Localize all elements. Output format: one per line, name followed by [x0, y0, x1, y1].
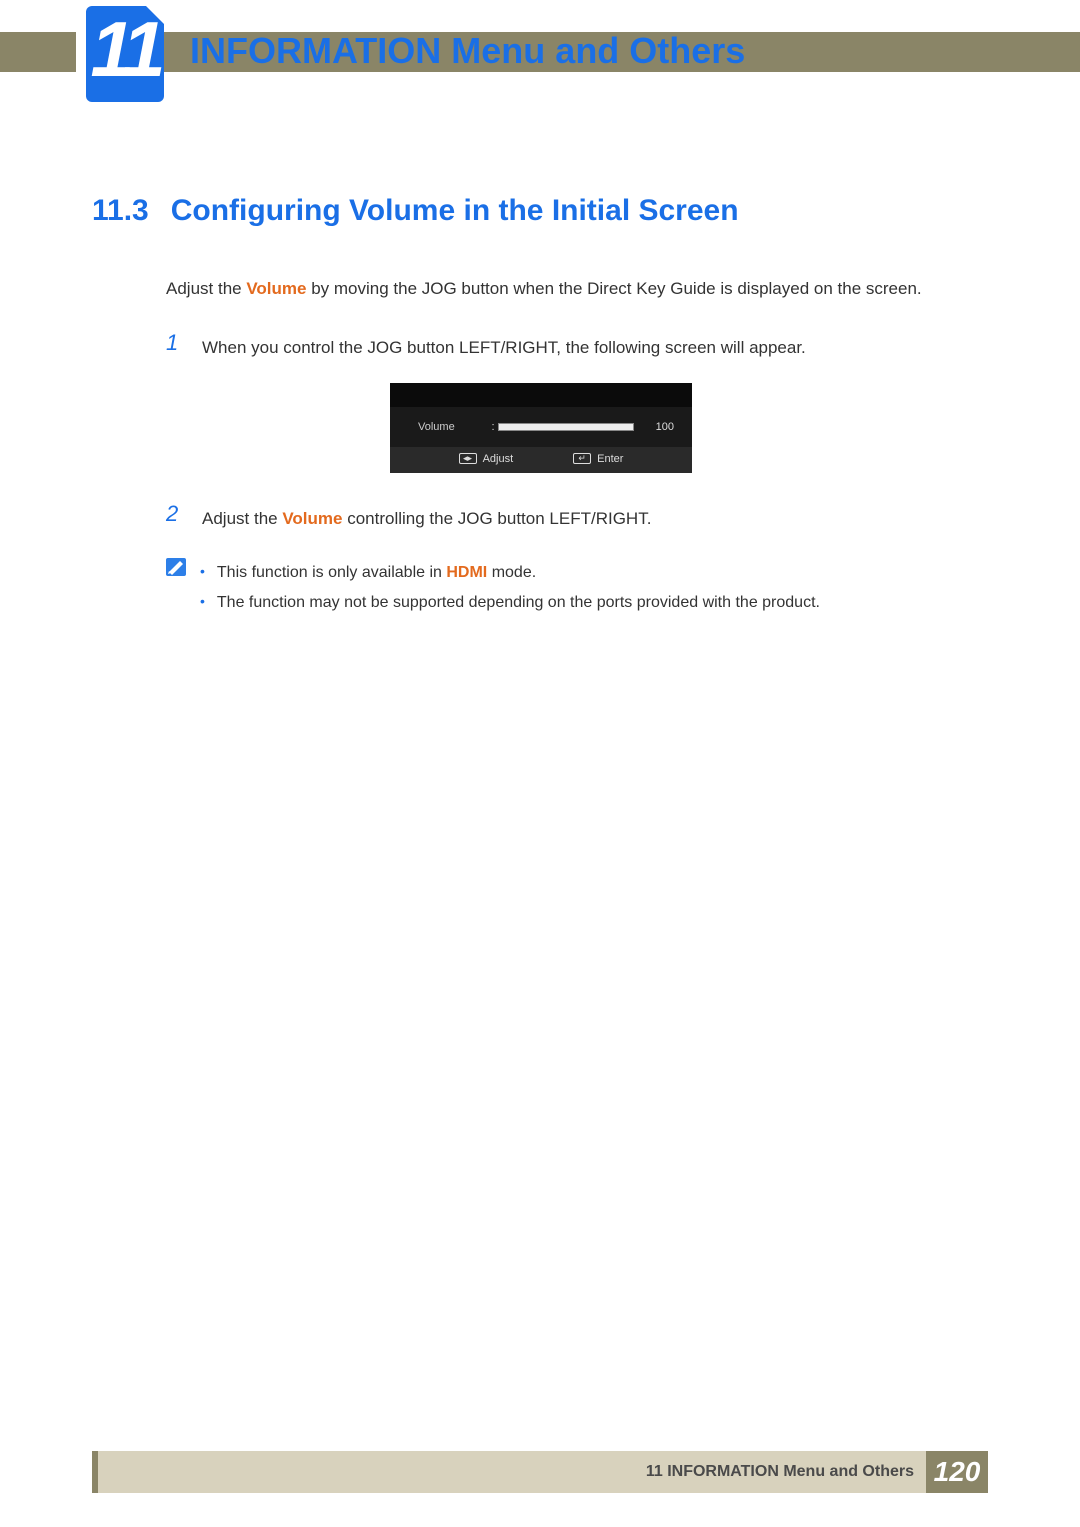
step-2: 2 Adjust the Volume controlling the JOG … [166, 501, 988, 532]
intro-paragraph: Adjust the Volume by moving the JOG butt… [166, 276, 988, 302]
intro-keyword: Volume [246, 279, 306, 298]
chapter-number: 11 [86, 10, 164, 88]
step-2-text: Adjust the Volume controlling the JOG bu… [202, 501, 651, 532]
osd-volume-label: Volume [418, 421, 488, 433]
footer-page-number: 120 [926, 1451, 988, 1493]
note-block: This function is only available in HDMI … [166, 558, 988, 619]
osd-figure: Volume : 100 ◂▸ Adjust ↵ Enter [390, 383, 692, 473]
left-right-arrows-icon: ◂▸ [459, 453, 477, 464]
chapter-title: INFORMATION Menu and Others [190, 30, 745, 72]
step-1-text: When you control the JOG button LEFT/RIG… [202, 330, 806, 361]
step-2-number: 2 [166, 501, 184, 532]
osd-colon: : [488, 421, 498, 433]
osd-header-strip [390, 383, 692, 407]
note-1-post: mode. [487, 564, 536, 581]
note-1-pre: This function is only available in [217, 564, 446, 581]
page-footer: 11 INFORMATION Menu and Others 120 [92, 1451, 988, 1493]
osd-volume-bar [498, 423, 634, 431]
intro-pre: Adjust the [166, 279, 246, 298]
section-title: Configuring Volume in the Initial Screen [171, 194, 739, 228]
footer-label: 11 INFORMATION Menu and Others [98, 1451, 926, 1493]
step-1: 1 When you control the JOG button LEFT/R… [166, 330, 988, 361]
step-2-keyword: Volume [282, 509, 342, 528]
intro-post: by moving the JOG button when the Direct… [306, 279, 921, 298]
osd-enter-legend: ↵ Enter [573, 453, 623, 465]
note-2-text: The function may not be supported depend… [217, 588, 820, 618]
osd-adjust-label: Adjust [483, 453, 514, 465]
step-2-post: controlling the JOG button LEFT/RIGHT. [342, 509, 651, 528]
osd-enter-label: Enter [597, 453, 623, 465]
osd-adjust-legend: ◂▸ Adjust [459, 453, 514, 465]
step-2-pre: Adjust the [202, 509, 282, 528]
osd-volume-row: Volume : 100 [390, 407, 692, 447]
note-bullet-1: This function is only available in HDMI … [200, 558, 820, 588]
osd-legend-row: ◂▸ Adjust ↵ Enter [390, 447, 692, 473]
note-1-keyword: HDMI [446, 564, 487, 581]
section-heading: 11.3 Configuring Volume in the Initial S… [92, 194, 988, 228]
osd-volume-value: 100 [634, 421, 674, 433]
step-1-number: 1 [166, 330, 184, 361]
note-bullet-2: The function may not be supported depend… [200, 588, 820, 618]
note-icon [166, 558, 186, 576]
enter-icon: ↵ [573, 453, 591, 464]
chapter-badge: 11 [86, 6, 164, 102]
section-number: 11.3 [92, 194, 149, 228]
